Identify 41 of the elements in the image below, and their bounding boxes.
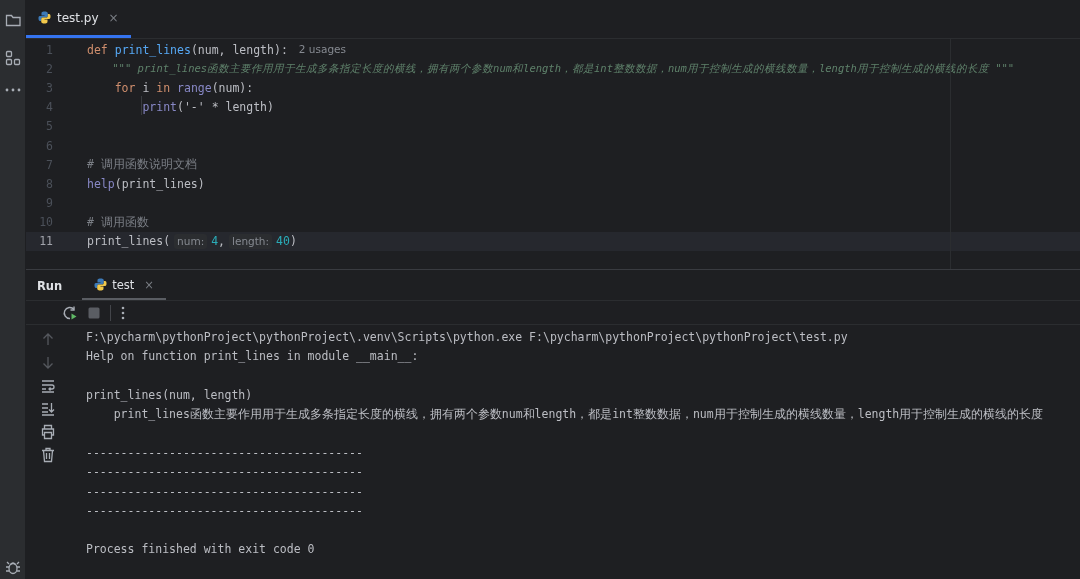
inlay-hint: num: bbox=[174, 233, 208, 249]
console-line: print_lines(num, length) bbox=[86, 387, 254, 405]
more-icon[interactable] bbox=[4, 88, 21, 92]
soft-wrap-icon[interactable] bbox=[41, 378, 55, 395]
console-line: ---------------------------------------- bbox=[86, 444, 364, 462]
panel-title: Run bbox=[37, 278, 63, 293]
trash-icon[interactable] bbox=[41, 447, 55, 464]
console-line: ---------------------------------------- bbox=[86, 464, 364, 482]
code-text: """ print_lines函数主要作用用于生成多条指定长度的横线，拥有两个参数num和length，都是int整数数据，num用于控制生成的横线数量，length用于控制生成的横线的长度 """ bbox=[111, 61, 1015, 77]
code-text: # 调用函数 bbox=[87, 214, 149, 230]
console-line: print_lines函数主要作用用于生成多条指定长度的横线，拥有两个参数num和length，都是int整数数据，num用于控制生成的横线数量，length用于控制生成的横线的长度 bbox=[112, 406, 1044, 424]
print-icon[interactable] bbox=[41, 424, 55, 441]
more-icon[interactable] bbox=[121, 305, 125, 320]
console-line: ---------------------------------------- bbox=[86, 483, 364, 501]
code-text: print_lines( bbox=[87, 234, 171, 249]
code-text: help(print_lines) bbox=[87, 176, 205, 191]
console-line: Help on function print_lines in module __main__: bbox=[86, 348, 420, 366]
inlay-hint: length: bbox=[229, 233, 273, 249]
close-icon[interactable]: × bbox=[144, 277, 154, 292]
run-tab[interactable]: test × bbox=[82, 272, 166, 300]
code-text: print('-' * length) bbox=[141, 100, 274, 115]
stop-icon[interactable] bbox=[88, 306, 100, 319]
code-text: def print_lines(num, length): bbox=[87, 42, 288, 57]
folder-icon[interactable] bbox=[4, 12, 21, 28]
python-icon bbox=[94, 278, 108, 292]
code-text: 4, bbox=[211, 234, 226, 249]
code-text: # 调用函数说明文档 bbox=[87, 157, 197, 173]
rerun-icon[interactable] bbox=[62, 304, 78, 321]
scroll-to-end-icon[interactable] bbox=[41, 401, 55, 418]
line-number: 11 bbox=[38, 234, 53, 249]
python-icon bbox=[38, 11, 51, 24]
console-line: ---------------------------------------- bbox=[86, 502, 364, 520]
bug-icon[interactable] bbox=[4, 559, 21, 575]
console-line: Process finished with exit code 0 bbox=[86, 541, 316, 559]
code-text: 40) bbox=[276, 234, 297, 249]
code-text: for i in range(num): bbox=[113, 80, 254, 95]
close-icon[interactable]: × bbox=[108, 10, 119, 25]
file-tab[interactable]: test.py × bbox=[26, 0, 131, 38]
inlay-hint: 2 usages bbox=[297, 42, 347, 58]
console-line: F:\pycharm\pythonProject\pythonProject\.venv\Scripts\python.exe F:\pycharm\pythonProject\pythonProject\test.py bbox=[86, 329, 849, 347]
structure-icon[interactable] bbox=[4, 50, 21, 66]
